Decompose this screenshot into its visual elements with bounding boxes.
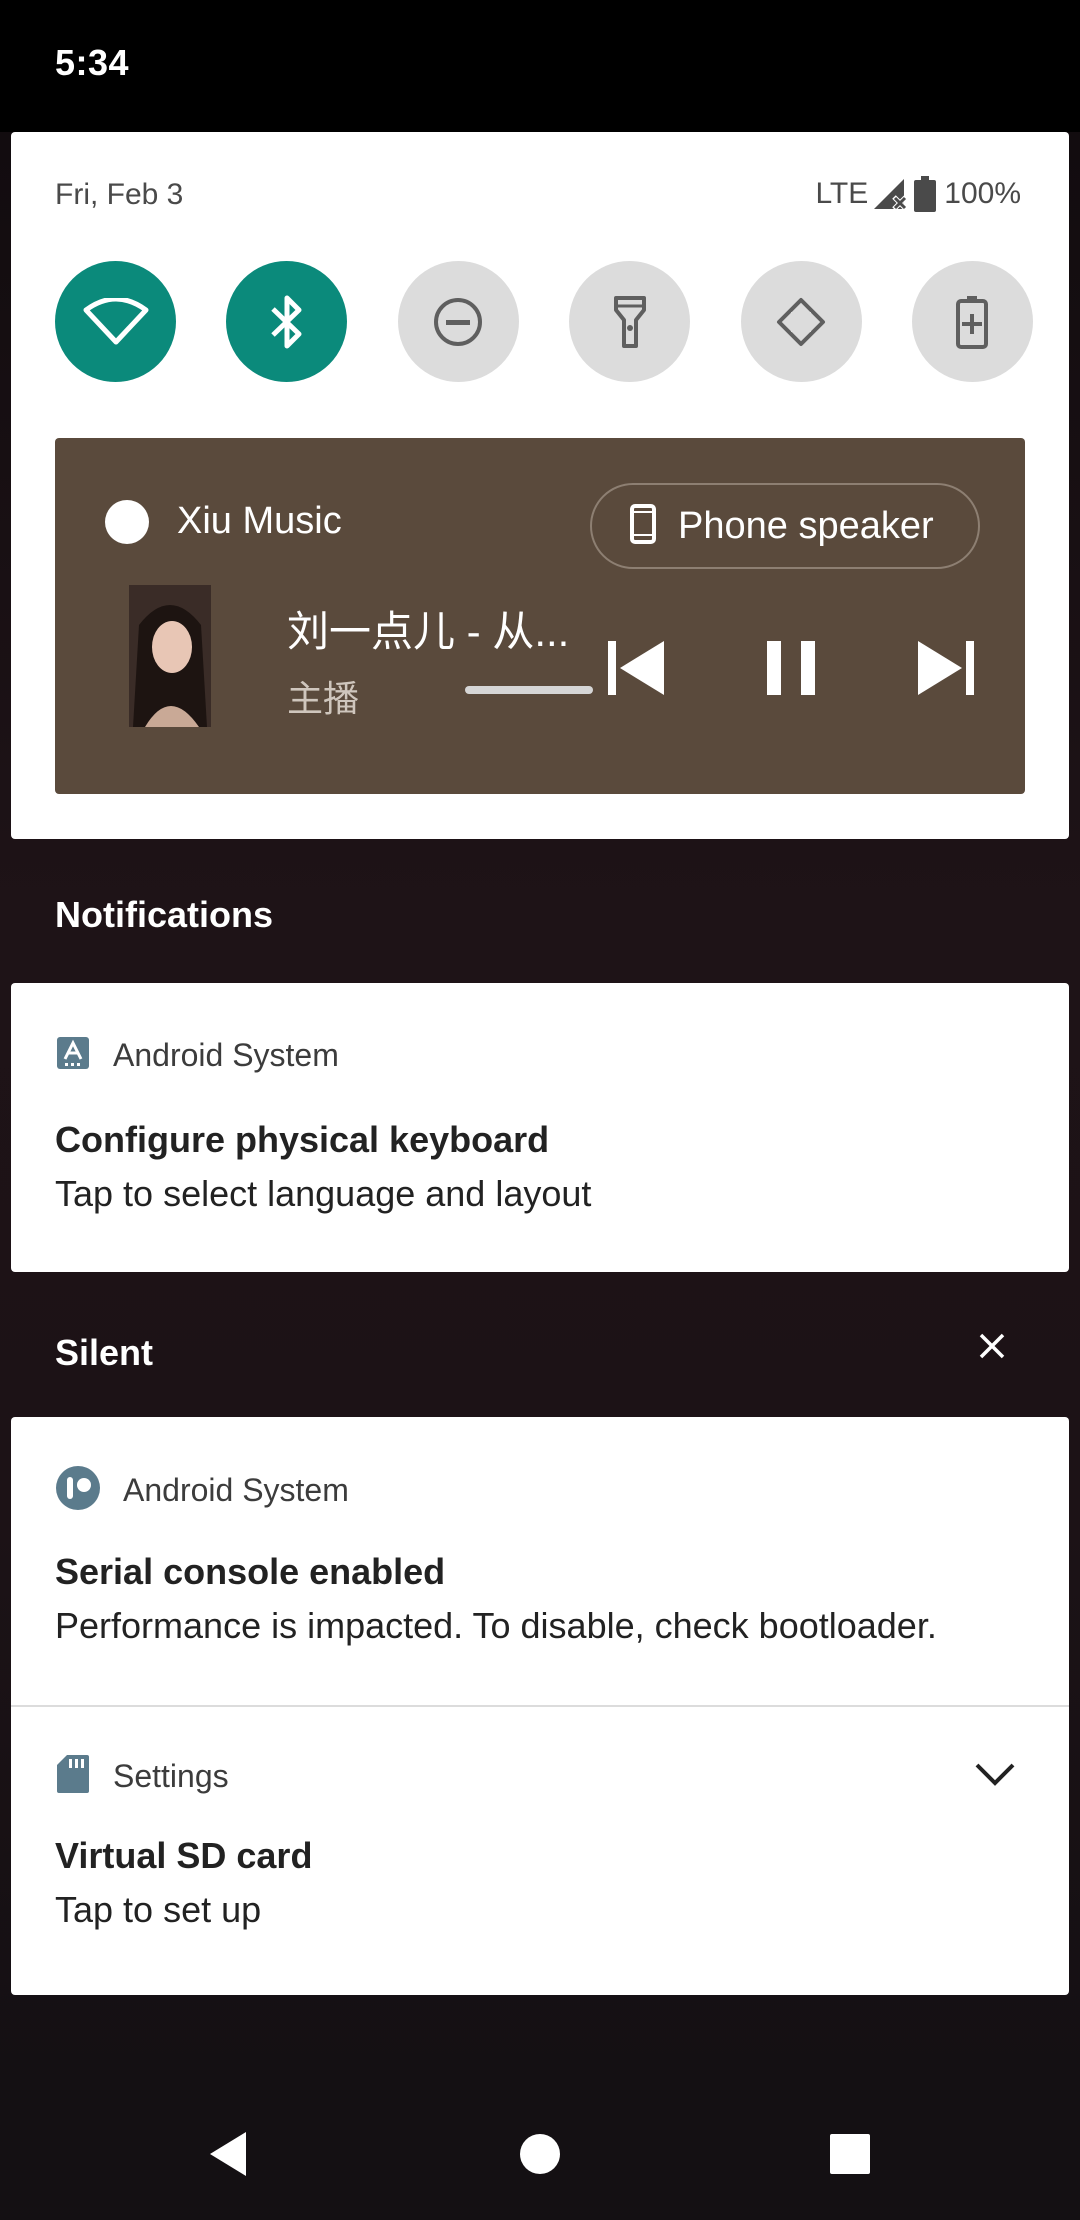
pause-button[interactable] bbox=[751, 630, 831, 710]
clear-silent-button[interactable] bbox=[970, 1326, 1014, 1370]
skip-previous-icon bbox=[606, 639, 668, 702]
skip-next-icon bbox=[914, 639, 976, 702]
recents-button[interactable] bbox=[822, 2128, 878, 2184]
bluetooth-icon bbox=[267, 294, 307, 350]
notification-serial-console[interactable]: Android System Serial console enabled Pe… bbox=[11, 1417, 1069, 1705]
output-switcher-button[interactable]: Phone speaker bbox=[590, 483, 980, 569]
tile-wifi[interactable] bbox=[55, 261, 176, 382]
media-app-icon bbox=[105, 500, 149, 544]
status-bar: 5:34 bbox=[0, 0, 1080, 132]
notification-title: Virtual SD card bbox=[55, 1835, 313, 1876]
media-player-card[interactable]: Xiu Music Phone speaker 刘一点儿 - 从... 主播 bbox=[55, 438, 1025, 794]
output-label: Phone speaker bbox=[678, 504, 934, 547]
notification-text: Performance is impacted. To disable, che… bbox=[55, 1605, 937, 1646]
recents-icon bbox=[828, 2132, 872, 2181]
chevron-down-icon bbox=[973, 1760, 1017, 1793]
next-button[interactable] bbox=[905, 630, 985, 710]
silent-notifications-card: Android System Serial console enabled Pe… bbox=[11, 1417, 1069, 1995]
notification-app-row: Android System bbox=[55, 1035, 339, 1076]
sd-card-icon bbox=[55, 1753, 91, 1800]
notification-sd-card[interactable]: Settings Virtual SD card Tap to set up bbox=[11, 1707, 1069, 1995]
network-type: LTE bbox=[815, 177, 869, 210]
media-app-name: Xiu Music bbox=[177, 500, 342, 542]
quick-settings-tiles bbox=[55, 261, 1033, 382]
expand-handle[interactable] bbox=[465, 686, 593, 694]
notification-app-name: Android System bbox=[123, 1472, 349, 1508]
battery-icon bbox=[914, 176, 937, 212]
back-icon bbox=[206, 2130, 250, 2183]
notification-card-keyboard[interactable]: Android System Configure physical keyboa… bbox=[11, 983, 1069, 1272]
pause-icon bbox=[765, 639, 817, 702]
signal-icon bbox=[872, 177, 910, 211]
status-time: 5:34 bbox=[55, 42, 130, 83]
auto-rotate-icon bbox=[773, 294, 829, 350]
android-system-icon bbox=[55, 1465, 101, 1516]
notification-text: Tap to select language and layout bbox=[55, 1173, 592, 1214]
notification-app-name: Android System bbox=[113, 1037, 339, 1073]
home-button[interactable] bbox=[512, 2128, 568, 2184]
notification-app-row: Settings bbox=[55, 1753, 229, 1800]
notification-app-name: Settings bbox=[113, 1758, 229, 1794]
song-artist: 主播 bbox=[287, 678, 360, 719]
back-button[interactable] bbox=[200, 2128, 256, 2184]
notifications-header: Notifications bbox=[55, 894, 274, 935]
wifi-icon bbox=[83, 297, 149, 346]
home-icon bbox=[518, 2132, 562, 2181]
battery-saver-icon bbox=[955, 294, 989, 350]
tile-flashlight[interactable] bbox=[569, 261, 691, 382]
tile-bluetooth[interactable] bbox=[226, 261, 348, 382]
phone-icon bbox=[630, 503, 656, 549]
do-not-disturb-icon bbox=[432, 296, 484, 348]
qs-date[interactable]: Fri, Feb 3 bbox=[55, 178, 183, 212]
battery-percent: 100% bbox=[944, 177, 1021, 210]
notification-text: Tap to set up bbox=[55, 1889, 262, 1930]
tile-battery-saver[interactable] bbox=[911, 261, 1033, 382]
song-title: 刘一点儿 - 从... bbox=[287, 608, 570, 655]
silent-header: Silent bbox=[55, 1332, 154, 1373]
notification-title: Serial console enabled bbox=[55, 1551, 446, 1592]
notification-app-row: Android System bbox=[55, 1465, 349, 1516]
expand-notification-button[interactable] bbox=[970, 1754, 1020, 1798]
qs-status-icons: LTE 100% bbox=[815, 176, 1021, 212]
tile-do-not-disturb[interactable] bbox=[397, 261, 519, 382]
album-art bbox=[129, 585, 211, 727]
flashlight-icon bbox=[612, 294, 648, 350]
quick-settings-panel: Fri, Feb 3 LTE 100% Xiu Music Phone spea… bbox=[11, 132, 1069, 839]
previous-button[interactable] bbox=[597, 630, 677, 710]
close-icon bbox=[978, 1332, 1006, 1365]
keyboard-a-icon bbox=[55, 1035, 91, 1076]
notification-title: Configure physical keyboard bbox=[55, 1119, 550, 1160]
tile-auto-rotate[interactable] bbox=[740, 261, 862, 382]
